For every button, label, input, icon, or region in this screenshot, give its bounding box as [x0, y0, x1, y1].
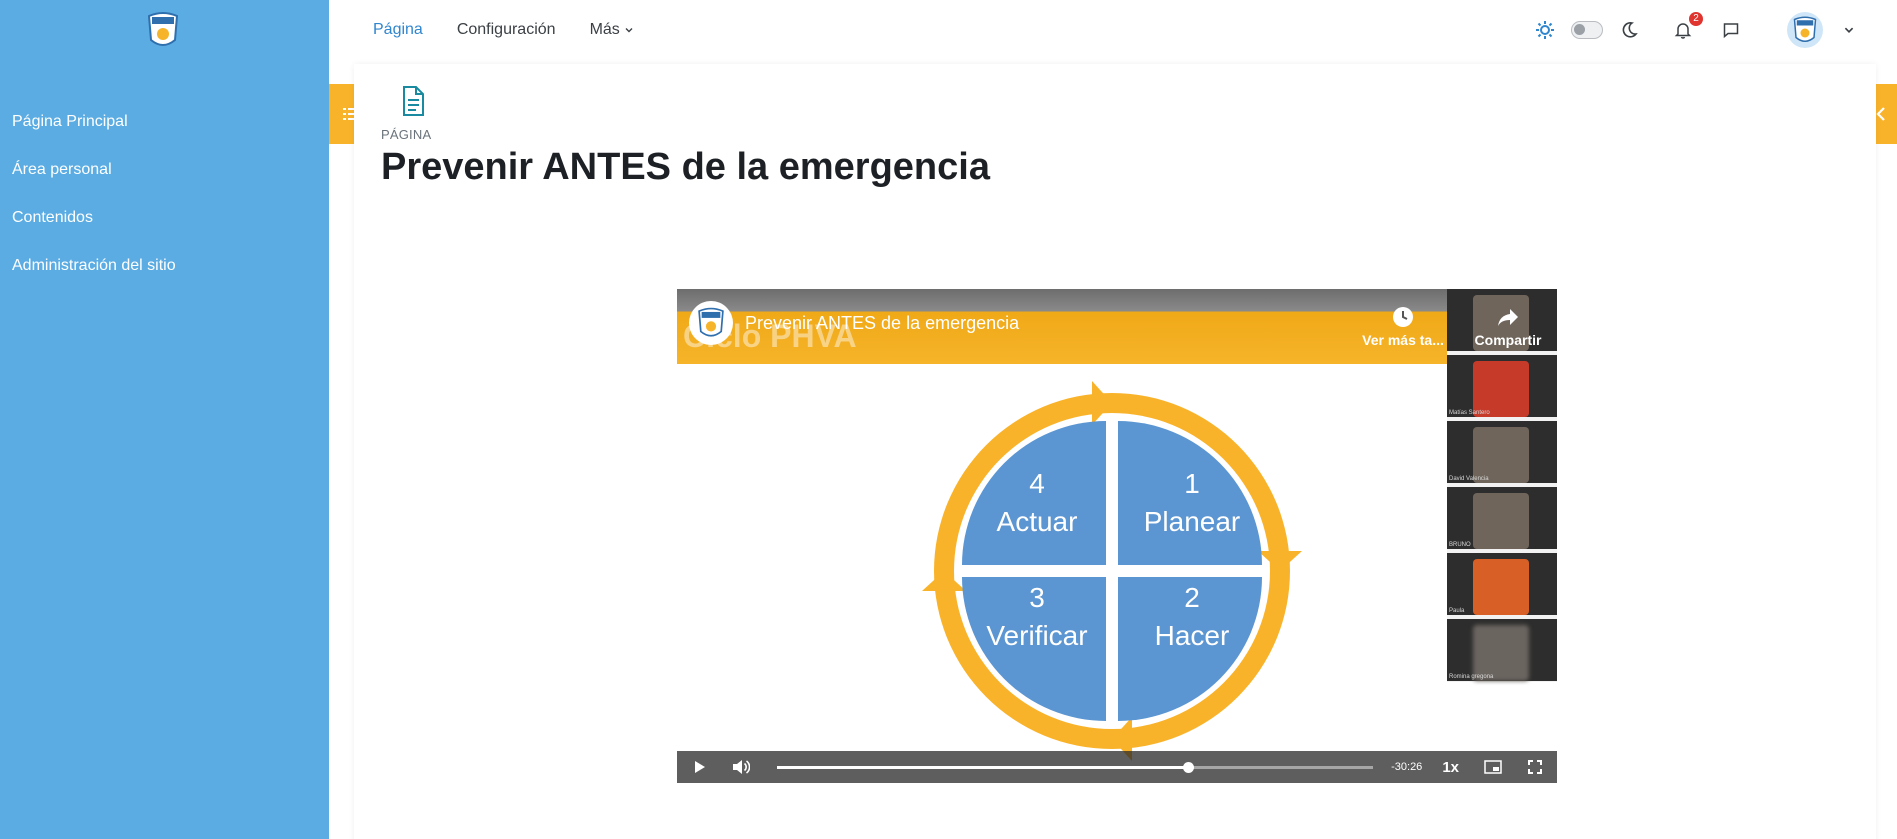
participant-name: Romina gregona	[1449, 674, 1494, 680]
participant-name: BRUNO	[1449, 542, 1471, 548]
activity-type-label: PÁGINA	[381, 127, 432, 142]
fullscreen-icon	[1528, 760, 1542, 774]
watch-later-button[interactable]: Ver más ta...	[1353, 305, 1453, 348]
nav-tab-more[interactable]: Más	[590, 21, 634, 39]
time-remaining: -30:26	[1391, 761, 1423, 773]
fullscreen-button[interactable]	[1523, 755, 1547, 779]
share-icon	[1498, 309, 1518, 326]
play-button[interactable]	[687, 755, 711, 779]
quadrant-1-number: 1	[1184, 468, 1200, 499]
sidebar-item-site-admin[interactable]: Administración del sitio	[0, 252, 329, 300]
volume-button[interactable]	[729, 755, 753, 779]
theme-toggle[interactable]	[1571, 21, 1603, 39]
messages-button[interactable]	[1719, 18, 1743, 42]
sidebar-item-home[interactable]: Página Principal	[0, 108, 329, 156]
laque-logo-icon	[698, 307, 724, 337]
picture-in-picture-button[interactable]	[1481, 755, 1505, 779]
sidebar-item-personal-area[interactable]: Área personal	[0, 156, 329, 204]
nav-tab-page[interactable]: Página	[373, 21, 423, 39]
video-title[interactable]: Prevenir ANTES de la emergencia	[745, 313, 1019, 334]
play-icon	[695, 761, 705, 773]
participant-thumbnail: David Valencia	[1447, 421, 1557, 483]
participant-thumbnail: Romina gregona	[1447, 619, 1557, 681]
quadrant-3-number: 3	[1029, 582, 1045, 613]
quadrant-4-number: 4	[1029, 468, 1045, 499]
participant-name: Paula	[1449, 608, 1465, 614]
clock-icon	[1393, 307, 1413, 327]
seek-bar-handle[interactable]	[1183, 761, 1195, 773]
phva-cycle-diagram: 1 Planear 2 Hacer 3 Verificar 4 Actuar	[922, 381, 1302, 761]
user-navigation: 2	[1533, 0, 1861, 60]
participant-name: Matías Santero	[1449, 410, 1490, 416]
sidebar: Página Principal Área personal Contenido…	[0, 0, 329, 839]
watch-later-label: Ver más ta...	[1362, 332, 1444, 348]
participant-thumbnail: BRUNO	[1447, 487, 1557, 549]
nav-tab-settings[interactable]: Configuración	[457, 21, 556, 39]
chevron-down-icon	[1844, 27, 1854, 33]
chat-icon	[1723, 23, 1739, 39]
participant-name: David Valencia	[1449, 476, 1489, 482]
page-icon	[403, 86, 424, 116]
share-button[interactable]: Compartir	[1463, 305, 1553, 348]
participant-thumbnail: Matías Santero	[1447, 355, 1557, 417]
quadrant-1-label: Planear	[1144, 506, 1241, 537]
video-controls: -30:26 1x	[677, 751, 1557, 783]
moon-icon[interactable]	[1617, 18, 1641, 42]
seek-bar[interactable]	[777, 761, 1374, 773]
video-player[interactable]: Ciclo PHVA Prevenir ANTES de la emergenc…	[677, 289, 1557, 783]
volume-icon	[733, 760, 750, 774]
quadrant-4-label: Actuar	[997, 506, 1078, 537]
laque-logo-icon	[1793, 16, 1817, 42]
site-logo[interactable]	[143, 10, 183, 50]
quadrants	[962, 421, 1262, 721]
quadrant-2-label: Hacer	[1155, 620, 1230, 651]
top-navbar: Página Configuración Más 2	[329, 0, 1897, 60]
channel-avatar[interactable]	[689, 301, 733, 345]
notifications-button[interactable]: 2	[1671, 12, 1703, 42]
playback-speed-button[interactable]: 1x	[1442, 759, 1459, 776]
bell-icon	[1674, 23, 1692, 39]
user-avatar[interactable]	[1787, 12, 1823, 48]
user-menu-toggle[interactable]	[1837, 18, 1861, 42]
laque-logo-icon	[147, 12, 179, 46]
chevron-left-icon	[1876, 107, 1885, 121]
primary-navigation: Página Configuración Más	[373, 0, 634, 60]
notifications-badge: 2	[1689, 12, 1703, 26]
chevron-down-icon	[625, 28, 633, 33]
share-label: Compartir	[1474, 332, 1542, 348]
seek-bar-progress	[777, 765, 1189, 769]
nav-tab-more-label: Más	[589, 21, 620, 38]
participant-thumbnail: Paula	[1447, 553, 1557, 615]
quadrant-2-number: 2	[1184, 582, 1200, 613]
sidebar-item-contents[interactable]: Contenidos	[0, 204, 329, 252]
light-mode-icon[interactable]	[1533, 18, 1557, 42]
quadrant-3-label: Verificar	[986, 620, 1087, 651]
sidebar-nav: Página Principal Área personal Contenido…	[0, 108, 329, 300]
picture-in-picture-icon	[1484, 760, 1502, 774]
cycle-arrows	[922, 381, 1302, 761]
page-title: Prevenir ANTES de la emergencia	[381, 146, 990, 188]
